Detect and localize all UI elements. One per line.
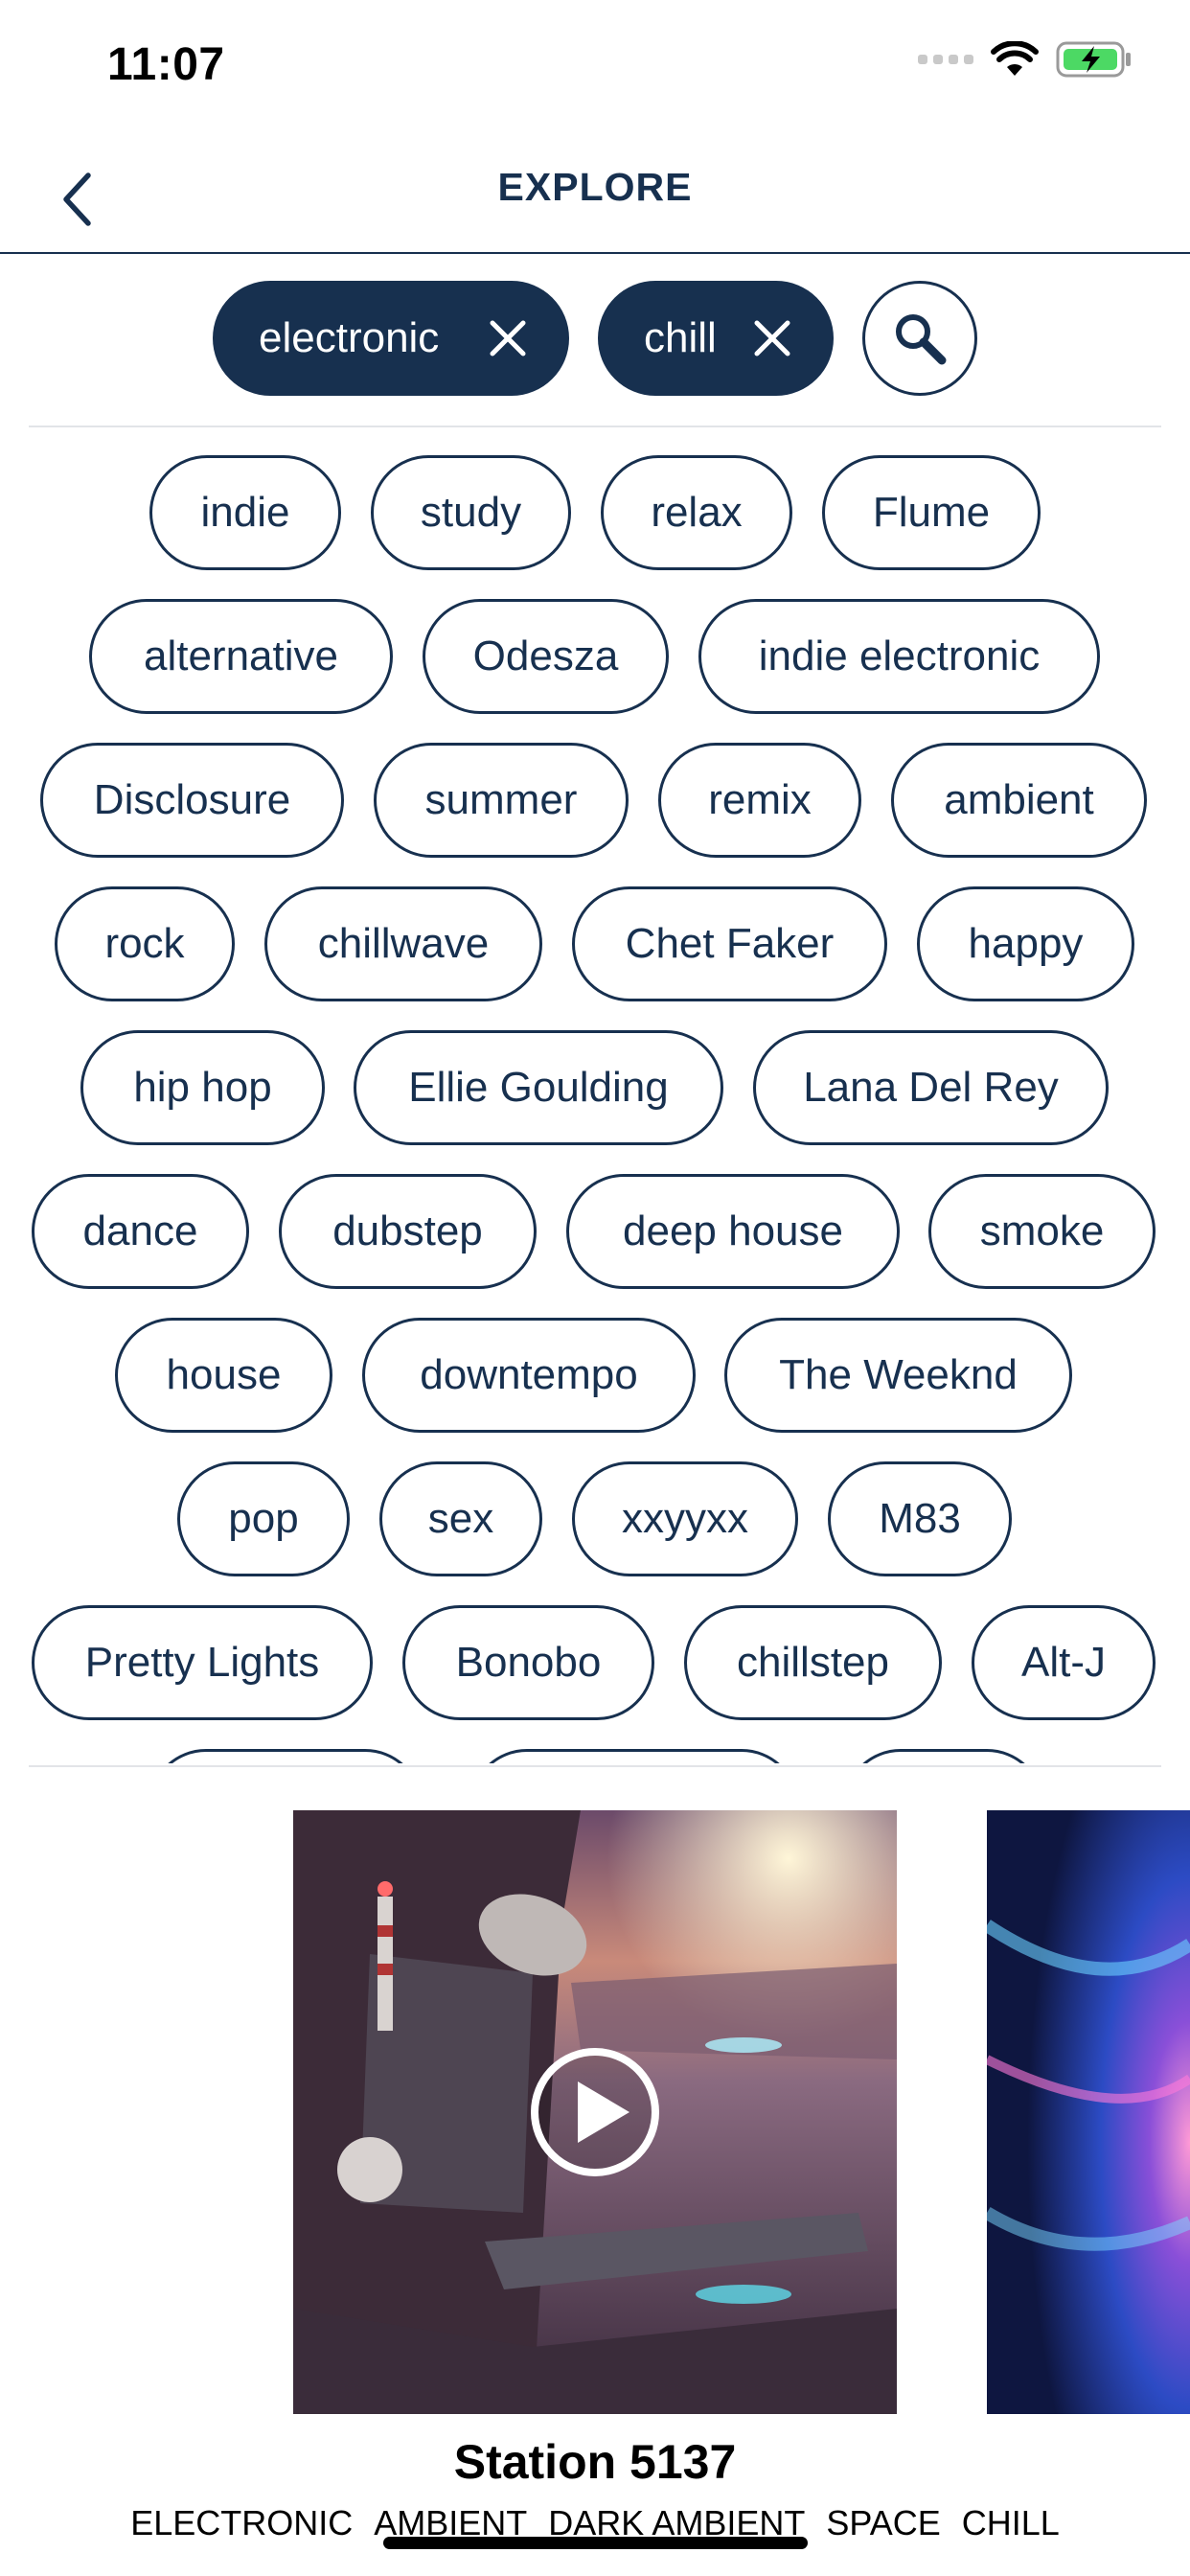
tag-lana-del-rey[interactable]: Lana Del Rey: [753, 1030, 1109, 1145]
tag-disclosure[interactable]: Disclosure: [40, 743, 344, 858]
signal-icon: [918, 55, 973, 64]
next-station-artwork[interactable]: [987, 1810, 1190, 2414]
tag-xxyyxx[interactable]: xxyyxx: [572, 1461, 798, 1576]
next-station-artwork-image: [987, 1810, 1190, 2414]
selected-tag-label: chill: [644, 314, 717, 361]
tag-row: alternative Odesza indie electronic: [0, 599, 1190, 714]
tag-row: pop sex xxyyxx M83: [0, 1461, 1190, 1576]
station-artwork[interactable]: [293, 1810, 897, 2414]
tag-rock[interactable]: rock: [55, 886, 235, 1001]
wifi-icon: [991, 41, 1039, 76]
divider: [29, 1765, 1161, 1767]
station-genre: SPACE: [826, 2503, 941, 2542]
tag-dance[interactable]: dance: [32, 1174, 249, 1289]
search-button[interactable]: [862, 281, 977, 396]
selected-tags: electronic chill: [0, 281, 1190, 396]
tag-indie[interactable]: indie: [149, 455, 341, 570]
tag-row: house downtempo The Weeknd: [0, 1318, 1190, 1433]
close-icon[interactable]: [753, 319, 791, 357]
tag-chet-faker[interactable]: Chet Faker: [572, 886, 887, 1001]
tag-bonobo[interactable]: Bonobo: [402, 1605, 654, 1720]
selected-tag-electronic[interactable]: electronic: [213, 281, 569, 396]
nav-header: EXPLORE: [0, 144, 1190, 254]
tag-row-partial: [0, 1749, 1190, 1763]
status-time: 11:07: [107, 39, 225, 90]
tag-m83[interactable]: M83: [828, 1461, 1012, 1576]
search-icon: [896, 314, 947, 365]
station-genre: ELECTRONIC: [130, 2503, 354, 2542]
tag-odesza[interactable]: Odesza: [423, 599, 669, 714]
tag-study[interactable]: study: [371, 455, 571, 570]
tag-downtempo[interactable]: downtempo: [362, 1318, 696, 1433]
page-title: EXPLORE: [497, 165, 693, 209]
tag-pretty-lights[interactable]: Pretty Lights: [32, 1605, 373, 1720]
tag-relax[interactable]: relax: [601, 455, 792, 570]
tag-row: Disclosure summer remix ambient: [0, 743, 1190, 858]
tag-dubstep[interactable]: dubstep: [279, 1174, 537, 1289]
tag-partial[interactable]: [149, 1749, 423, 1763]
tag-summer[interactable]: summer: [374, 743, 629, 858]
tag-row: rock chillwave Chet Faker happy: [0, 886, 1190, 1001]
tag-ambient[interactable]: ambient: [891, 743, 1147, 858]
tag-flume[interactable]: Flume: [822, 455, 1041, 570]
tag-remix[interactable]: remix: [658, 743, 861, 858]
tag-row: indie study relax Flume: [0, 455, 1190, 570]
tag-alt-j[interactable]: Alt-J: [972, 1605, 1156, 1720]
station-name: Station 5137: [453, 2435, 737, 2489]
tag-partial[interactable]: [469, 1749, 799, 1763]
tag-partial[interactable]: [843, 1749, 1044, 1763]
home-indicator[interactable]: [383, 2537, 808, 2549]
tag-indie-electronic[interactable]: indie electronic: [698, 599, 1100, 714]
tag-row: hip hop Ellie Goulding Lana Del Rey: [0, 1030, 1190, 1145]
tag-row: dance dubstep deep house smoke: [0, 1174, 1190, 1289]
tag-hip-hop[interactable]: hip hop: [80, 1030, 325, 1145]
tag-ellie-goulding[interactable]: Ellie Goulding: [354, 1030, 723, 1145]
selected-tag-chill[interactable]: chill: [598, 281, 834, 396]
tag-sex[interactable]: sex: [379, 1461, 542, 1576]
selected-tag-label: electronic: [259, 314, 440, 361]
status-icons: [918, 40, 1133, 79]
station-carousel: Station 5137 ELECTRONIC AMBIENT DARK AMB…: [0, 1782, 1190, 2576]
tag-cloud: indie study relax Flume alternative Odes…: [0, 426, 1190, 1763]
tag-chillstep[interactable]: chillstep: [684, 1605, 942, 1720]
station-genre: CHILL: [961, 2503, 1060, 2542]
tag-chillwave[interactable]: chillwave: [264, 886, 542, 1001]
tag-house[interactable]: house: [115, 1318, 332, 1433]
tag-deep-house[interactable]: deep house: [566, 1174, 900, 1289]
tag-smoke[interactable]: smoke: [928, 1174, 1156, 1289]
tag-row: Pretty Lights Bonobo chillstep Alt-J: [0, 1605, 1190, 1720]
tag-happy[interactable]: happy: [917, 886, 1134, 1001]
battery-charging-icon: [1056, 41, 1131, 78]
play-icon[interactable]: [528, 2045, 662, 2179]
tag-alternative[interactable]: alternative: [89, 599, 393, 714]
tag-pop[interactable]: pop: [177, 1461, 350, 1576]
status-bar: 11:07: [0, 0, 1190, 125]
tag-the-weeknd[interactable]: The Weeknd: [724, 1318, 1072, 1433]
close-icon[interactable]: [489, 319, 527, 357]
